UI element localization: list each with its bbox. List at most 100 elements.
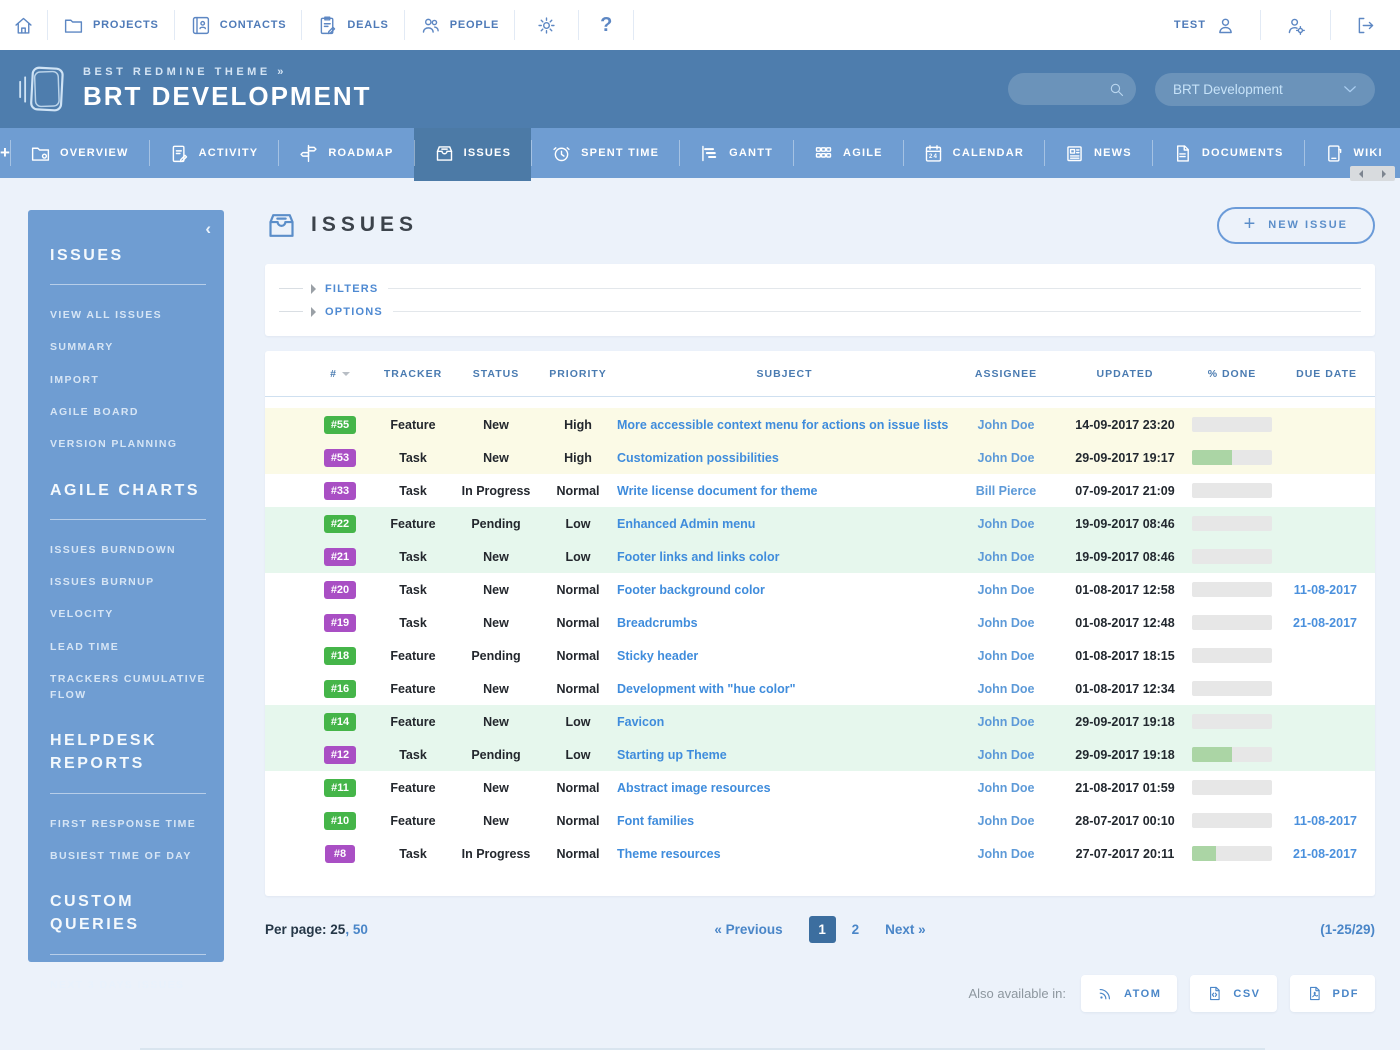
- issue-subject-link[interactable]: Footer links and links color: [617, 550, 952, 564]
- sidebar-item-first-response-time[interactable]: FIRST RESPONSE TIME: [50, 816, 206, 832]
- issue-due-date-link[interactable]: 21-08-2017: [1274, 616, 1375, 630]
- issue-id-badge[interactable]: #18: [324, 647, 356, 665]
- issue-subject-link[interactable]: Enhanced Admin menu: [617, 517, 952, 531]
- issue-due-date-link[interactable]: 21-08-2017: [1274, 847, 1375, 861]
- next-page-link[interactable]: Next »: [885, 922, 926, 937]
- issue-id-badge[interactable]: #55: [324, 416, 356, 434]
- issue-subject-link[interactable]: Customization possibilities: [617, 451, 952, 465]
- issue-id-badge[interactable]: #8: [325, 845, 355, 863]
- issue-assignee-link[interactable]: John Doe: [952, 616, 1060, 630]
- topbar-deals-button[interactable]: DEALS: [302, 10, 404, 40]
- issue-subject-link[interactable]: Sticky header: [617, 649, 952, 663]
- sidebar-item-trackers-cumulative-flow[interactable]: TRACKERS CUMULATIVE FLOW: [50, 671, 206, 704]
- issue-id-badge[interactable]: #10: [324, 812, 356, 830]
- topbar-home-button[interactable]: [0, 10, 48, 40]
- issue-subject-link[interactable]: Font families: [617, 814, 952, 828]
- topbar-admin-button[interactable]: [515, 10, 579, 40]
- issue-subject-link[interactable]: Starting up Theme: [617, 748, 952, 762]
- tab-scroll-right-button[interactable]: [1373, 166, 1396, 181]
- tab-overview[interactable]: OVERVIEW: [10, 128, 149, 178]
- issue-assignee-link[interactable]: John Doe: [952, 715, 1060, 729]
- sidebar-collapse-button[interactable]: ‹: [205, 220, 211, 237]
- issue-id-badge[interactable]: #11: [324, 779, 356, 797]
- tab-activity[interactable]: ACTIVITY: [149, 128, 279, 178]
- new-issue-button[interactable]: + NEW ISSUE: [1217, 207, 1375, 244]
- sidebar-item-next-3-days-issues[interactable]: NEXT 3 DAYS ISSUES: [50, 977, 206, 993]
- issue-id-badge[interactable]: #20: [324, 581, 356, 599]
- issue-subject-link[interactable]: Theme resources: [617, 847, 952, 861]
- issue-due-date-link[interactable]: 11-08-2017: [1274, 583, 1375, 597]
- issue-subject-link[interactable]: Breadcrumbs: [617, 616, 952, 630]
- issue-assignee-link[interactable]: Bill Pierce: [952, 484, 1060, 498]
- filters-toggle[interactable]: FILTERS: [279, 277, 1361, 300]
- column-header-updated[interactable]: UPDATED: [1060, 368, 1190, 380]
- issue-assignee-link[interactable]: John Doe: [952, 682, 1060, 696]
- column-header-priority[interactable]: PRIORITY: [539, 368, 617, 380]
- column-header-subject[interactable]: SUBJECT: [617, 368, 952, 380]
- issue-subject-link[interactable]: Write license document for theme: [617, 484, 952, 498]
- issue-assignee-link[interactable]: John Doe: [952, 814, 1060, 828]
- sidebar-item-agile-board[interactable]: AGILE BOARD: [50, 404, 206, 420]
- sidebar-item-summary[interactable]: SUMMARY: [50, 339, 206, 355]
- tab-calendar[interactable]: 24CALENDAR: [903, 128, 1044, 178]
- topbar-logout-button[interactable]: [1330, 10, 1400, 40]
- issue-due-date-link[interactable]: 11-08-2017: [1274, 814, 1375, 828]
- sidebar-item-version-planning[interactable]: VERSION PLANNING: [50, 436, 206, 452]
- column-header-done[interactable]: % DONE: [1190, 368, 1274, 380]
- issue-assignee-link[interactable]: John Doe: [952, 451, 1060, 465]
- issue-assignee-link[interactable]: John Doe: [952, 517, 1060, 531]
- sidebar-item-import[interactable]: IMPORT: [50, 372, 206, 388]
- issue-assignee-link[interactable]: John Doe: [952, 418, 1060, 432]
- per-page-option-50[interactable]: , 50: [345, 922, 368, 937]
- issue-assignee-link[interactable]: John Doe: [952, 649, 1060, 663]
- tab-roadmap[interactable]: ROADMAP: [278, 128, 413, 178]
- topbar-my-account-button[interactable]: [1260, 10, 1330, 40]
- issue-id-badge[interactable]: #16: [324, 680, 356, 698]
- issue-assignee-link[interactable]: John Doe: [952, 847, 1060, 861]
- column-header-status[interactable]: STATUS: [453, 368, 539, 380]
- previous-page-link[interactable]: « Previous: [714, 922, 782, 937]
- column-header-assignee[interactable]: ASSIGNEE: [952, 368, 1060, 380]
- tab-gantt[interactable]: GANTT: [679, 128, 793, 178]
- export-atom-button[interactable]: ATOM: [1081, 975, 1177, 1012]
- issue-subject-link[interactable]: Favicon: [617, 715, 952, 729]
- issue-subject-link[interactable]: Development with "hue color": [617, 682, 952, 696]
- search-input[interactable]: [1008, 73, 1136, 105]
- column-header-due-date[interactable]: DUE DATE: [1274, 368, 1375, 380]
- issue-id-badge[interactable]: #22: [324, 515, 356, 533]
- export-csv-button[interactable]: CSV: [1190, 975, 1276, 1012]
- tab-documents[interactable]: DOCUMENTS: [1152, 128, 1304, 178]
- issue-subject-link[interactable]: Footer background color: [617, 583, 952, 597]
- sidebar-item-velocity[interactable]: VELOCITY: [50, 606, 206, 622]
- issue-assignee-link[interactable]: John Doe: [952, 550, 1060, 564]
- issue-subject-link[interactable]: Abstract image resources: [617, 781, 952, 795]
- sidebar-item-issues-burnup[interactable]: ISSUES BURNUP: [50, 574, 206, 590]
- column-header-id[interactable]: #: [307, 368, 373, 380]
- topbar-people-button[interactable]: PEOPLE: [405, 10, 515, 40]
- page-number-2[interactable]: 2: [852, 922, 860, 937]
- sidebar-item-busiest-time-of-day[interactable]: BUSIEST TIME OF DAY: [50, 848, 206, 864]
- issue-assignee-link[interactable]: John Doe: [952, 583, 1060, 597]
- issue-subject-link[interactable]: More accessible context menu for actions…: [617, 418, 952, 432]
- add-tab-button[interactable]: +: [0, 128, 10, 178]
- column-header-tracker[interactable]: TRACKER: [373, 368, 453, 380]
- tab-scroll-left-button[interactable]: [1350, 166, 1373, 181]
- issue-id-badge[interactable]: #12: [324, 746, 356, 764]
- tab-spent-time[interactable]: SPENT TIME: [531, 128, 679, 178]
- topbar-contacts-button[interactable]: CONTACTS: [175, 10, 303, 40]
- options-toggle[interactable]: OPTIONS: [279, 300, 1361, 323]
- tab-agile[interactable]: AGILE: [793, 128, 903, 178]
- issue-assignee-link[interactable]: John Doe: [952, 748, 1060, 762]
- sidebar-item-issues-burndown[interactable]: ISSUES BURNDOWN: [50, 542, 206, 558]
- tab-news[interactable]: NEWS: [1044, 128, 1152, 178]
- tab-issues[interactable]: ISSUES: [414, 128, 532, 178]
- issue-id-badge[interactable]: #33: [324, 482, 356, 500]
- issue-id-badge[interactable]: #14: [324, 713, 356, 731]
- issue-assignee-link[interactable]: John Doe: [952, 781, 1060, 795]
- export-pdf-button[interactable]: PDF: [1290, 975, 1376, 1012]
- issue-id-badge[interactable]: #21: [324, 548, 356, 566]
- project-selector[interactable]: BRT Development: [1155, 73, 1375, 106]
- topbar-help-button[interactable]: ?: [579, 10, 634, 40]
- topbar-projects-button[interactable]: PROJECTS: [48, 10, 175, 40]
- sidebar-item-lead-time[interactable]: LEAD TIME: [50, 639, 206, 655]
